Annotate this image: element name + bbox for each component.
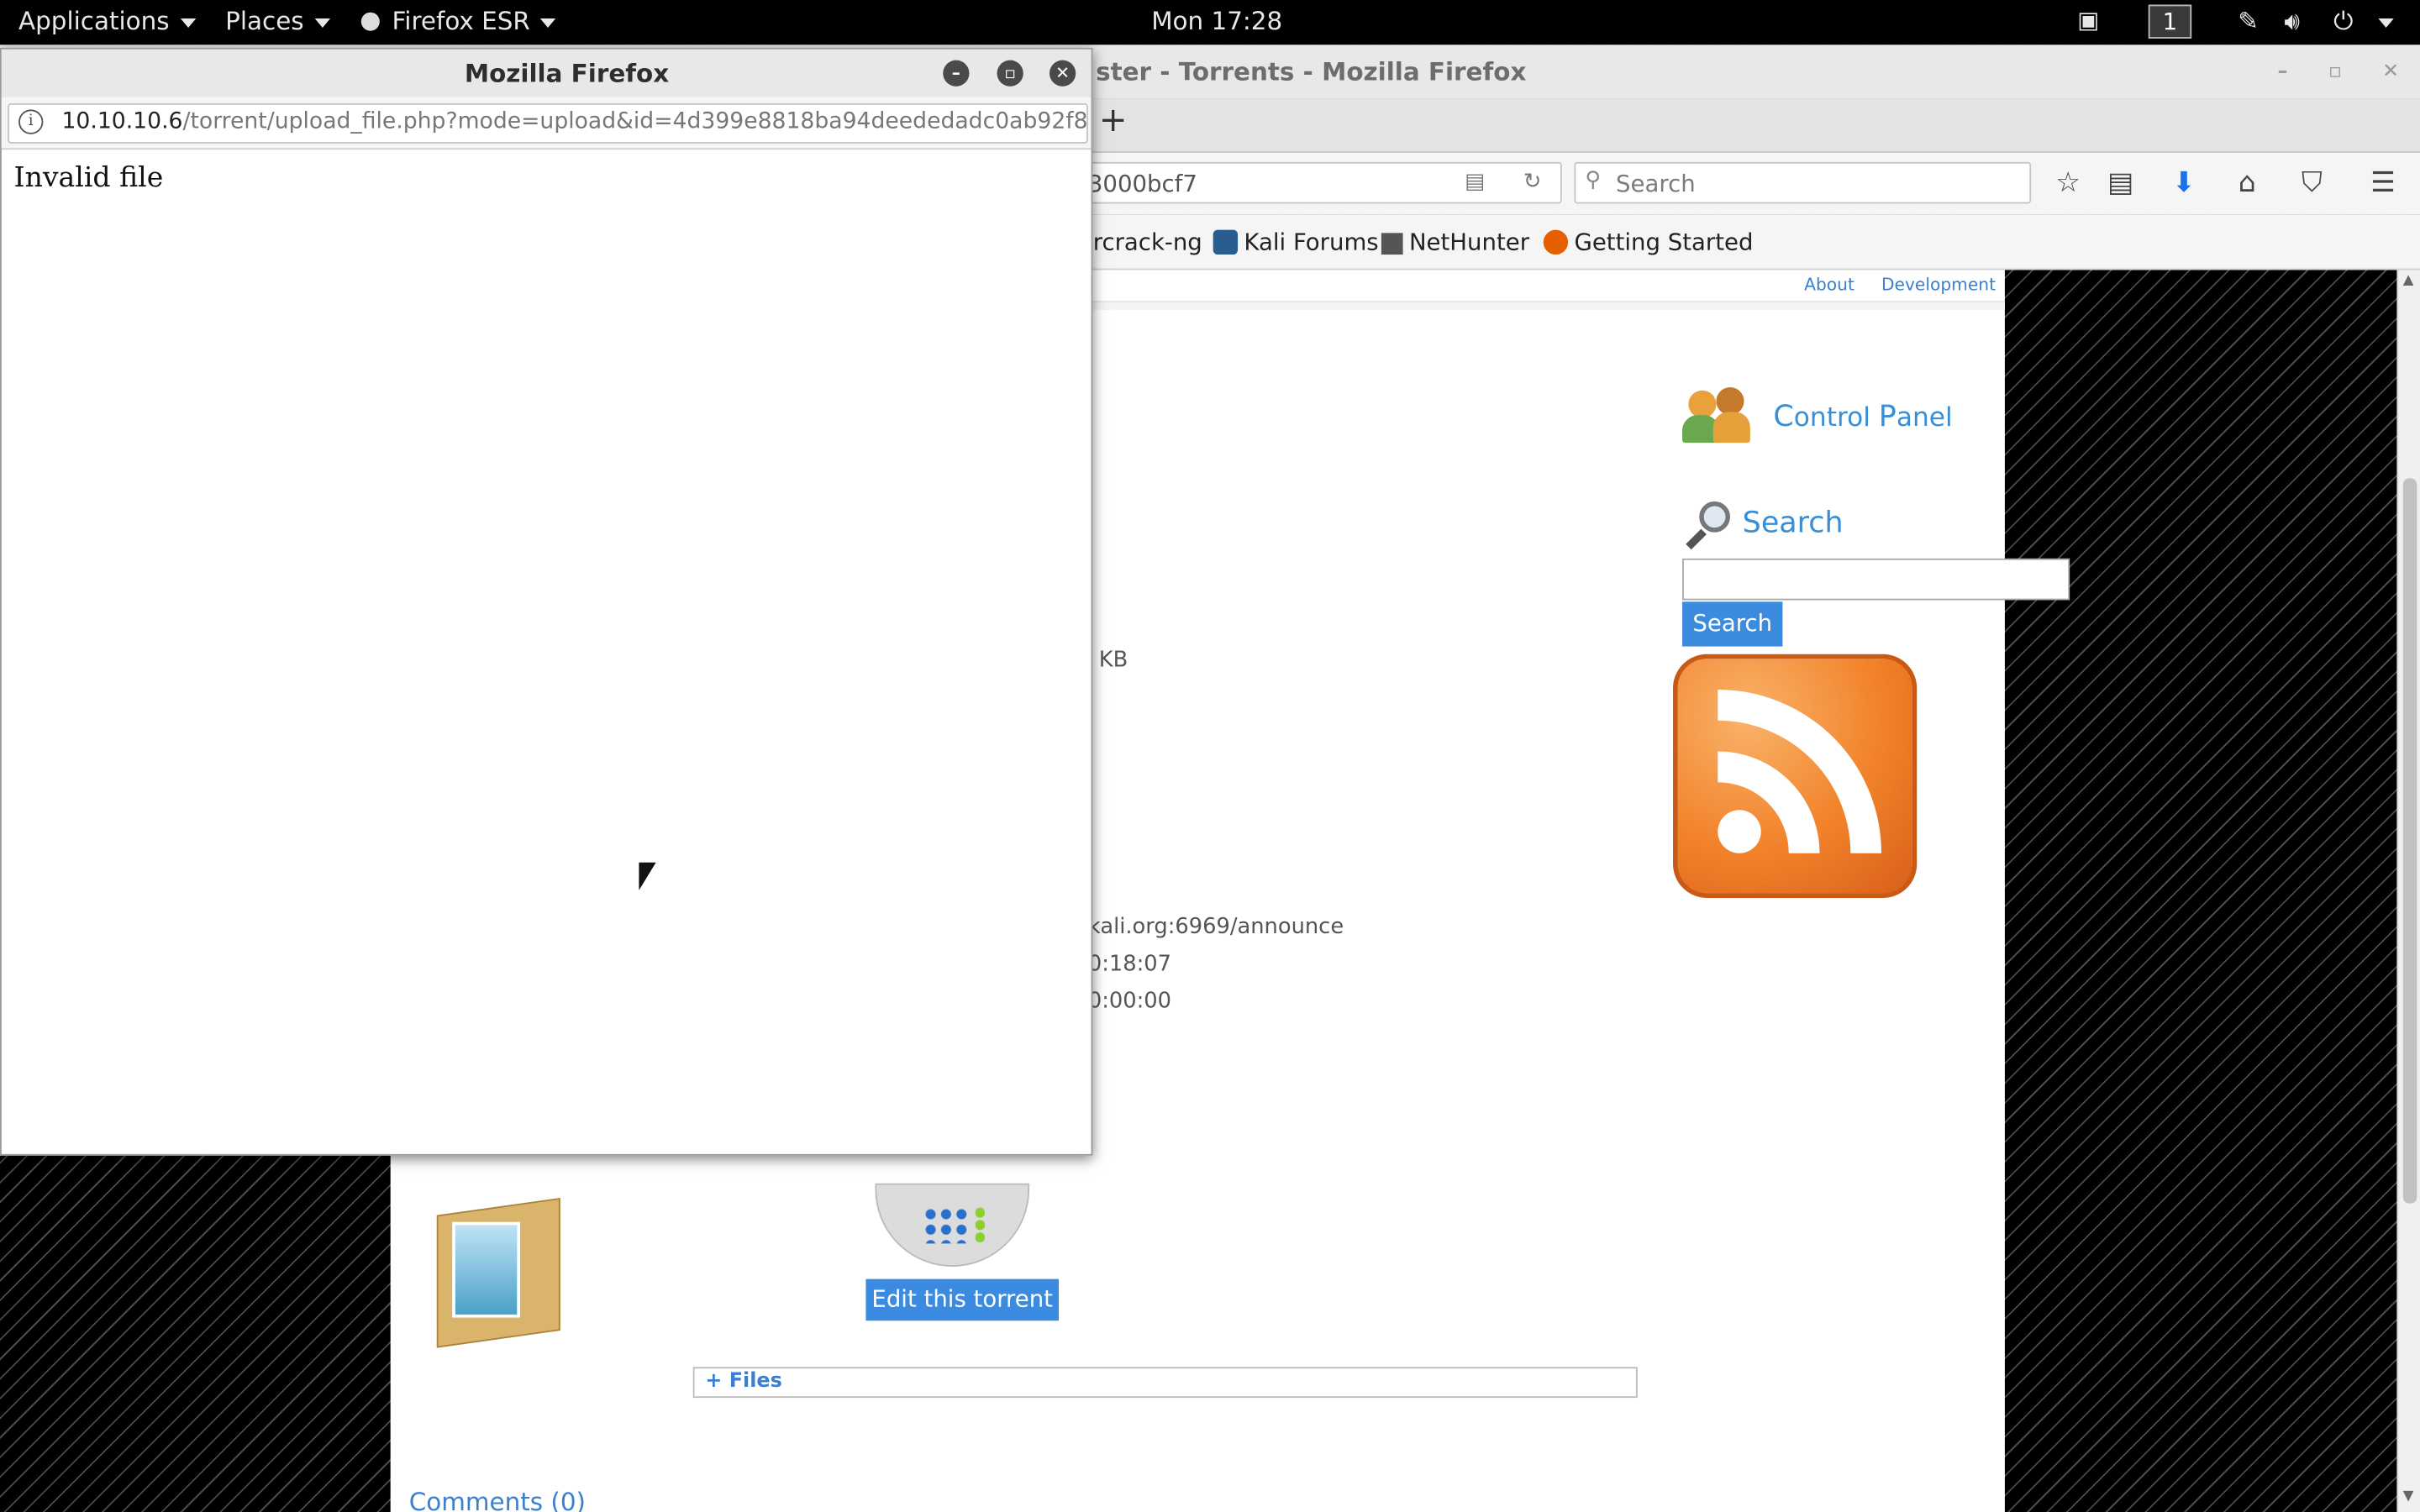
chevron-down-icon	[180, 18, 196, 28]
close-icon[interactable]: ✕	[2377, 59, 2405, 87]
scroll-up-icon[interactable]: ▲	[2403, 273, 2414, 288]
search-heading: Search	[1742, 506, 1844, 540]
search-placeholder: Search	[1616, 170, 1696, 198]
firefox-app-menu[interactable]: Firefox ESR	[360, 6, 556, 36]
volume-icon[interactable]: 🔊︎	[2284, 6, 2300, 37]
downloads-icon[interactable]: ⬇	[2165, 166, 2202, 199]
popup-firefox-window: Mozilla Firefox – ▫ ✕ i 10.10.10.6/torre…	[0, 47, 1093, 1156]
files-toggle[interactable]: + Files	[692, 1367, 1638, 1399]
rss-feed-icon[interactable]	[1673, 654, 1918, 898]
bookmark-getting-started[interactable]: Getting Started	[1543, 228, 1754, 256]
size-text: KB	[1098, 648, 1128, 673]
date-updated: 0:00:00	[1087, 989, 1172, 1014]
search-icon: ⚲	[1585, 168, 1602, 193]
firefox-dot-icon	[360, 12, 380, 31]
mouse-cursor-icon	[639, 862, 656, 890]
info-icon[interactable]: i	[18, 109, 44, 134]
bookmark-nethunter[interactable]: NetHunter	[1381, 228, 1529, 256]
close-icon[interactable]: ✕	[1049, 60, 1076, 87]
home-icon[interactable]: ⌂	[2228, 166, 2265, 199]
comments-link[interactable]: Comments (0)	[409, 1488, 586, 1512]
cp-c: C	[1773, 399, 1794, 434]
minimize-icon[interactable]: –	[943, 60, 970, 87]
bookmarks-list-icon[interactable]: ▤	[2102, 166, 2139, 199]
popup-title: Mozilla Firefox	[464, 58, 670, 88]
bookmark-aircrack[interactable]: ircrack-ng	[1086, 228, 1202, 256]
seeding-status-icon	[875, 1183, 1030, 1267]
reload-icon[interactable]: ↻	[1523, 170, 1542, 194]
cp-text-2: anel	[1896, 402, 1953, 434]
bookmark-star-icon[interactable]: ☆	[2049, 166, 2086, 199]
popup-url-text: 10.10.10.6/torrent/upload_file.php?mode=…	[61, 109, 1088, 134]
places-label: Places	[225, 6, 304, 36]
url-bar[interactable]: 3000bcf7 ▤ ↻	[1080, 161, 1562, 204]
popup-url-toolbar: i 10.10.10.6/torrent/upload_file.php?mod…	[1, 97, 1092, 150]
url-host: 10.10.10.6	[61, 109, 183, 134]
maximize-icon[interactable]: ▫	[2321, 59, 2349, 87]
firefox-icon	[1543, 229, 1569, 255]
bookmark-label: Kali Forums	[1244, 228, 1379, 256]
applications-menu[interactable]: Applications	[18, 6, 196, 35]
chevron-down-icon	[540, 18, 556, 28]
nethunter-icon	[1381, 233, 1403, 255]
control-panel-link[interactable]: Control Panel	[1773, 400, 1952, 433]
maximize-icon[interactable]: ▫	[997, 60, 1023, 87]
popup-titlebar: Mozilla Firefox – ▫ ✕	[1, 49, 1092, 97]
page-scrollbar[interactable]: ▲ ▼	[2396, 270, 2420, 1512]
chevron-down-icon	[2378, 18, 2394, 28]
announce-url: kali.org:6969/announce	[1087, 915, 1344, 940]
camera-icon[interactable]: ▣	[2077, 6, 2099, 34]
kali-icon	[1213, 229, 1239, 255]
bookmark-label: NetHunter	[1408, 228, 1530, 256]
bookmark-kali-forums[interactable]: Kali Forums	[1213, 228, 1379, 256]
nav-about[interactable]: About	[1804, 275, 1854, 295]
invalid-file-message: Invalid file	[13, 161, 164, 195]
cp-p: P	[1878, 399, 1897, 434]
page-search-button[interactable]: Search	[1682, 601, 1783, 647]
pen-icon[interactable]: ✎	[2238, 6, 2259, 35]
chevron-down-icon	[314, 18, 330, 28]
nav-development[interactable]: Development	[1881, 275, 1996, 295]
top-panel: Applications Places Firefox ESR Mon 17:2…	[0, 0, 2420, 45]
applications-label: Applications	[18, 6, 170, 36]
cp-text-1: ontrol	[1793, 402, 1879, 434]
pocket-icon[interactable]: ⛉	[2293, 166, 2330, 199]
power-icon[interactable]: ⏻	[2333, 6, 2353, 37]
places-menu[interactable]: Places	[225, 6, 330, 35]
search-bar[interactable]: ⚲ Search	[1574, 161, 2032, 204]
folder-image-icon	[424, 1198, 566, 1348]
new-tab-button[interactable]: +	[1099, 102, 1128, 140]
reader-view-icon[interactable]: ▤	[1465, 170, 1485, 194]
users-icon	[1682, 384, 1753, 445]
main-window-title: ster - Torrents - Mozilla Firefox	[1096, 56, 1527, 87]
firefox-app-label: Firefox ESR	[392, 6, 530, 36]
minimize-icon[interactable]: –	[2269, 59, 2296, 87]
magnifier-icon	[1684, 501, 1733, 551]
workspace-indicator[interactable]: 1	[2148, 4, 2192, 39]
url-text: 3000bcf7	[1087, 170, 1197, 198]
edit-torrent-button[interactable]: Edit this torrent	[865, 1278, 1060, 1321]
page-search-input[interactable]	[1682, 558, 2070, 601]
rss-glyph	[1717, 690, 1881, 854]
popup-url-bar[interactable]: i 10.10.10.6/torrent/upload_file.php?mod…	[8, 103, 1088, 144]
scroll-down-icon[interactable]: ▼	[2403, 1488, 2414, 1504]
hamburger-menu-icon[interactable]: ☰	[2365, 166, 2402, 199]
clock[interactable]: Mon 17:28	[1151, 6, 1282, 35]
url-path: /torrent/upload_file.php?mode=upload&id=…	[182, 109, 1088, 134]
system-menu[interactable]	[2368, 6, 2394, 35]
bookmark-label: Getting Started	[1574, 228, 1754, 256]
date-added: 0:18:07	[1087, 952, 1172, 977]
scrollbar-thumb[interactable]	[2402, 478, 2417, 1204]
